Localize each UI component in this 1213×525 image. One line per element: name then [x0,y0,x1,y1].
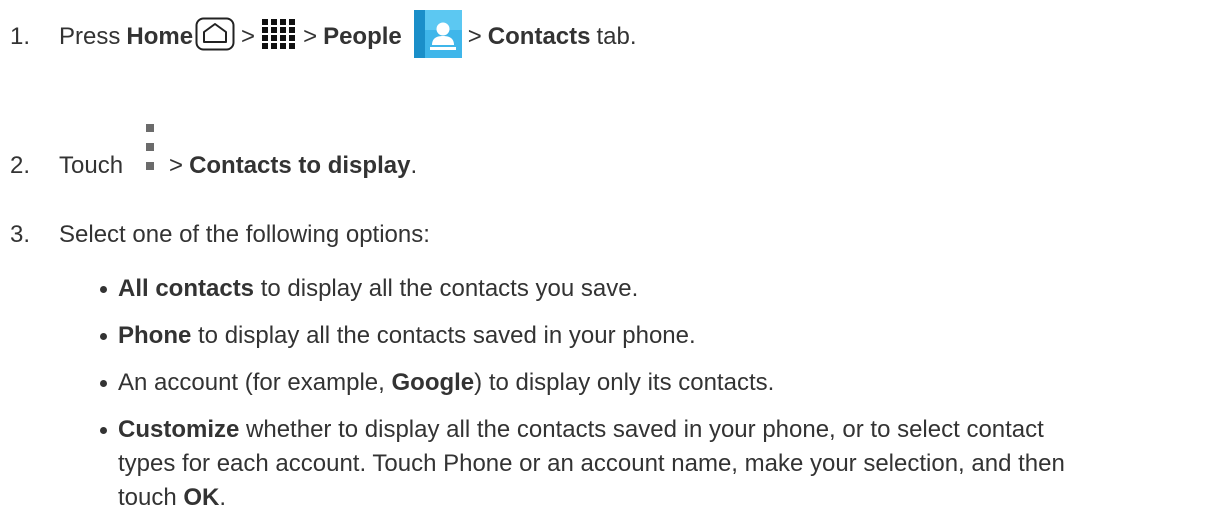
step-text: Touch [59,152,124,179]
bullet-dot [100,286,107,293]
separator: > [241,23,256,50]
option-description: . [219,484,227,511]
option-description: touch [118,484,177,511]
bullet-dot [100,333,107,340]
list-item: An account (for example, Google) to disp… [100,366,774,400]
step-number: 1. [10,23,31,50]
option-name: Customize [118,416,240,443]
separator: > [467,23,482,50]
home-label: Home [126,23,194,50]
step-number: 3. [10,221,31,248]
option-prefix: An account (for example, [118,369,385,396]
contacts-label: Contacts [487,23,591,50]
step-text: Press [59,23,121,50]
step-1: 1. Press Home > > People > Contacts tab. [0,9,637,65]
option-name: Phone [118,322,192,349]
list-item: Phone to display all the contacts saved … [100,319,696,353]
ok-label: OK [183,484,220,511]
step-text: . [410,152,418,179]
list-item: All contacts to display all the contacts… [100,272,638,306]
option-description: types for each account. Touch Phone or a… [118,450,1065,477]
option-description: to display all the contacts you save. [260,275,639,302]
people-app-icon [413,9,462,65]
option-name: All contacts [118,275,255,302]
option-description: whether to display all the contacts save… [246,416,1044,443]
option-description: to display all the contacts saved in you… [198,322,696,349]
separator: > [169,152,184,179]
home-key-icon [195,17,235,58]
step-number: 2. [10,152,31,179]
option-name: Google [391,369,475,396]
separator: > [303,23,318,50]
step-text: tab. [596,23,637,50]
menu-dots-icon [145,122,155,183]
contacts-to-display-label: Contacts to display [189,152,411,179]
bullet-dot [100,427,107,434]
list-item: Customize whether to display all the con… [100,413,1065,515]
apps-grid-icon [261,18,297,57]
people-label: People [323,23,402,50]
bullet-dot [100,380,107,387]
step-3: 3. Select one of the following options: [0,218,430,252]
option-description: ) to display only its contacts. [474,369,775,396]
step-text: Select one of the following options: [59,221,430,248]
step-2: 2. Touch > Contacts to display . [0,122,417,184]
